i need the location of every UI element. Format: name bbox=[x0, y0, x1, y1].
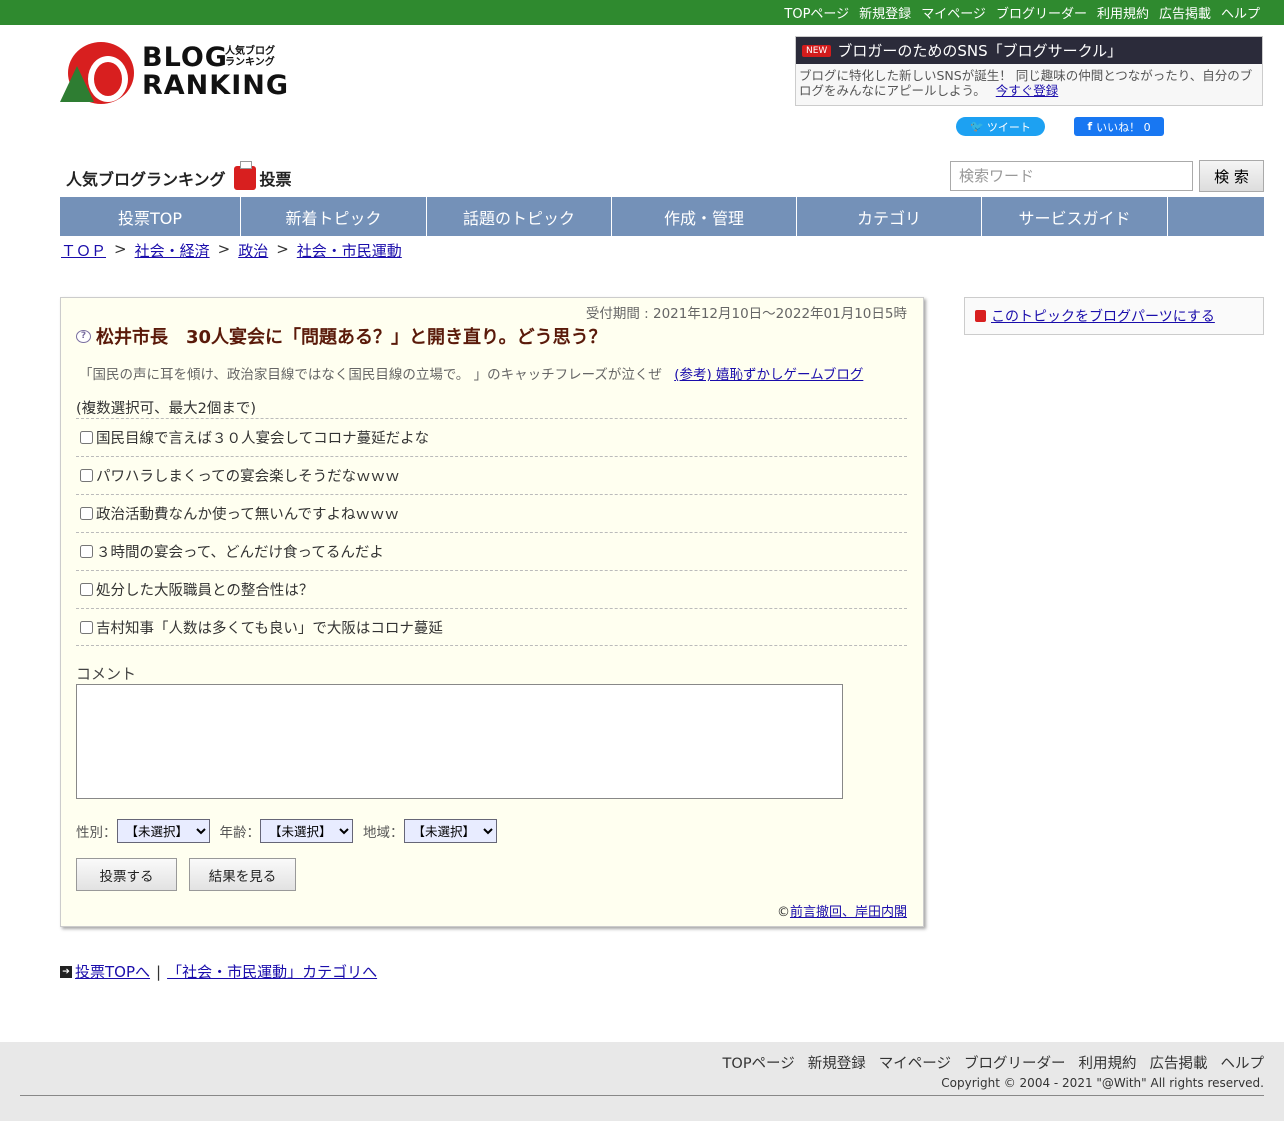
footer-divider bbox=[20, 1095, 1264, 1096]
sns-ad-banner: NEW ブロガーのためのSNS「ブログサークル」 ブログに特化した新しいSNSが… bbox=[795, 36, 1263, 106]
footer-link-ads[interactable]: 広告掲載 bbox=[1150, 1052, 1208, 1073]
topic-copyright: ©前言撤回、岸田内閣 bbox=[776, 905, 907, 920]
ballot-box-icon bbox=[233, 161, 256, 190]
nav-vote-top[interactable]: 投票TOP bbox=[60, 197, 241, 236]
topbar-link-help[interactable]: ヘルプ bbox=[1221, 3, 1260, 22]
age-label: 年齢： bbox=[219, 825, 261, 841]
link-separator: | bbox=[156, 962, 162, 981]
vote-option[interactable]: 処分した大阪職員との整合性は？ bbox=[76, 570, 907, 608]
option-checkbox[interactable] bbox=[80, 469, 93, 482]
topbar-link-ads[interactable]: 広告掲載 bbox=[1159, 3, 1211, 22]
topbar-link-terms[interactable]: 利用規約 bbox=[1097, 3, 1149, 22]
option-checkbox[interactable] bbox=[80, 545, 93, 558]
option-checkbox[interactable] bbox=[80, 583, 93, 596]
nav-new-topics[interactable]: 新着トピック bbox=[241, 197, 427, 236]
footer: TOPページ 新規登録 マイページ ブログリーダー 利用規約 広告掲載 ヘルプ … bbox=[0, 1042, 1284, 1121]
sns-ad-title[interactable]: ブロガーのためのSNS「ブログサークル」 bbox=[837, 40, 1122, 61]
top-bar: TOPページ 新規登録 マイページ ブログリーダー 利用規約 広告掲載 ヘルプ bbox=[0, 0, 1284, 25]
vote-button[interactable]: 投票する bbox=[76, 858, 177, 891]
search-input[interactable] bbox=[950, 161, 1193, 191]
option-checkbox[interactable] bbox=[80, 620, 93, 634]
region-label: 地域： bbox=[363, 825, 404, 841]
vote-option[interactable]: 国民目線で言えば３０人宴会してコロナ蔓延だよな bbox=[76, 418, 907, 456]
option-checkbox[interactable] bbox=[80, 431, 93, 444]
breadcrumb-civic[interactable]: 社会・市民運動 bbox=[297, 240, 402, 261]
footer-copyright: Copyright © 2004 - 2021 "@With" All righ… bbox=[941, 1076, 1264, 1090]
arrow-right-icon: ➔ bbox=[60, 965, 72, 978]
vote-logo-text: 人気ブログランキング bbox=[66, 170, 226, 189]
footer-link-mypage[interactable]: マイページ bbox=[879, 1052, 951, 1073]
main-nav: 投票TOP 新着トピック 話題のトピック 作成・管理 カテゴリ サービスガイド bbox=[60, 197, 1264, 236]
nav-service-guide[interactable]: サービスガイド bbox=[982, 197, 1168, 236]
footer-nav: TOPページ 新規登録 マイページ ブログリーダー 利用規約 広告掲載 ヘルプ bbox=[710, 1052, 1264, 1073]
comment-textarea[interactable] bbox=[76, 684, 843, 799]
topbar-link-mypage[interactable]: マイページ bbox=[921, 3, 986, 22]
tweet-button[interactable]: 🐦 ツイート bbox=[956, 117, 1045, 136]
comment-label: コメント bbox=[76, 665, 137, 683]
vote-top-link[interactable]: 投票TOPへ bbox=[75, 961, 150, 982]
view-results-button[interactable]: 結果を見る bbox=[189, 858, 296, 891]
vote-option[interactable]: 政治活動費なんか使って無いんですよねｗｗｗ bbox=[76, 494, 907, 532]
site-logo[interactable]: BLOG 人気ブログ ランキング RANKING bbox=[60, 40, 288, 105]
vote-logo-label: 投票 bbox=[259, 170, 292, 189]
footer-link-top[interactable]: TOPページ bbox=[723, 1052, 795, 1073]
category-link[interactable]: 「社会・市民運動」カテゴリへ bbox=[167, 961, 377, 982]
ballot-box-icon bbox=[975, 310, 986, 322]
bottom-links: ➔ 投票TOPへ | 「社会・市民運動」カテゴリへ bbox=[60, 961, 377, 982]
reference-link[interactable]: (参考) 嬉恥ずかしゲームブログ bbox=[674, 367, 863, 383]
region-select[interactable]: 【未選択】 bbox=[403, 819, 497, 843]
sns-ad-body: ブログに特化した新しいSNSが誕生！ 同じ趣味の仲間とつながったり、自分のブログ… bbox=[799, 68, 1253, 98]
logo-text-ranking: RANKING bbox=[142, 70, 290, 101]
topic-title: ? 松井市長 30人宴会に「問題ある？」と開き直り。どう思う？ bbox=[76, 323, 607, 349]
breadcrumb-top[interactable]: ＴＯＰ bbox=[61, 240, 106, 261]
author-link[interactable]: 前言撤回、岸田内閣 bbox=[790, 905, 907, 920]
gender-select[interactable]: 【未選択】 bbox=[116, 819, 210, 843]
vote-topic-card: 受付期間 : 2021年12月10日～2022年01月10日5時 ? 松井市長 … bbox=[60, 297, 924, 927]
footer-link-terms[interactable]: 利用規約 bbox=[1079, 1052, 1137, 1073]
vote-option[interactable]: ３時間の宴会って、どんだけ食ってるんだよ bbox=[76, 532, 907, 570]
blog-parts-box: このトピックをブログパーツにする bbox=[964, 297, 1264, 335]
gender-label: 性別： bbox=[76, 825, 117, 841]
vote-option[interactable]: 吉村知事「人数は多くても良い」で大阪はコロナ蔓延 bbox=[76, 608, 907, 646]
multi-select-note: (複数選択可、最大2個まで) bbox=[76, 401, 257, 417]
vote-period: 受付期間 : 2021年12月10日～2022年01月10日5時 bbox=[585, 306, 907, 322]
search-button[interactable]: 検 索 bbox=[1199, 160, 1264, 192]
breadcrumb-politics[interactable]: 政治 bbox=[238, 240, 268, 261]
topbar-link-reader[interactable]: ブログリーダー bbox=[996, 3, 1087, 22]
vote-options: 国民目線で言えば３０人宴会してコロナ蔓延だよな パワハラしまくっての宴会楽しそう… bbox=[76, 418, 907, 646]
blog-parts-link[interactable]: このトピックをブログパーツにする bbox=[991, 306, 1215, 326]
sns-register-link[interactable]: 今すぐ登録 bbox=[996, 83, 1059, 98]
topic-description: 「国民の声に耳を傾け、政治家目線ではなく国民目線の立場で。 」のキャッチフレーズ… bbox=[79, 367, 864, 383]
topbar-link-register[interactable]: 新規登録 bbox=[859, 3, 911, 22]
logo-text-jp: 人気ブログ ランキング bbox=[225, 46, 275, 68]
nav-empty bbox=[1168, 197, 1264, 236]
sns-ad-header[interactable]: NEW ブロガーのためのSNS「ブログサークル」 bbox=[796, 37, 1262, 64]
vote-option[interactable]: パワハラしまくっての宴会楽しそうだなｗｗｗ bbox=[76, 456, 907, 494]
age-select[interactable]: 【未選択】 bbox=[260, 819, 353, 843]
nav-create-manage[interactable]: 作成・管理 bbox=[612, 197, 797, 236]
facebook-f-icon: f bbox=[1087, 120, 1093, 133]
footer-link-reader[interactable]: ブログリーダー bbox=[964, 1052, 1066, 1073]
breadcrumb-society[interactable]: 社会・経済 bbox=[135, 240, 210, 261]
footer-link-register[interactable]: 新規登録 bbox=[808, 1052, 866, 1073]
topbar-link-top[interactable]: TOPページ bbox=[784, 3, 849, 22]
new-badge: NEW bbox=[802, 44, 832, 57]
christmas-tree-icon bbox=[60, 66, 94, 102]
nav-hot-topics[interactable]: 話題のトピック bbox=[427, 197, 612, 236]
demographic-selects: 性別： 【未選択】 年齢： 【未選択】 地域： 【未選択】 bbox=[76, 819, 507, 843]
breadcrumb: ＴＯＰ > 社会・経済 > 政治 > 社会・市民運動 bbox=[61, 240, 402, 261]
vote-section-logo[interactable]: 人気ブログランキング 投票 bbox=[66, 160, 292, 190]
option-checkbox[interactable] bbox=[80, 507, 93, 520]
logo-text-blog: BLOG bbox=[142, 42, 228, 73]
footer-link-help[interactable]: ヘルプ bbox=[1221, 1052, 1265, 1073]
facebook-like-button[interactable]: f いいね！ 0 bbox=[1074, 117, 1164, 136]
nav-category[interactable]: カテゴリ bbox=[797, 197, 982, 236]
question-icon: ? bbox=[76, 329, 91, 343]
twitter-bird-icon: 🐦 bbox=[970, 120, 984, 133]
